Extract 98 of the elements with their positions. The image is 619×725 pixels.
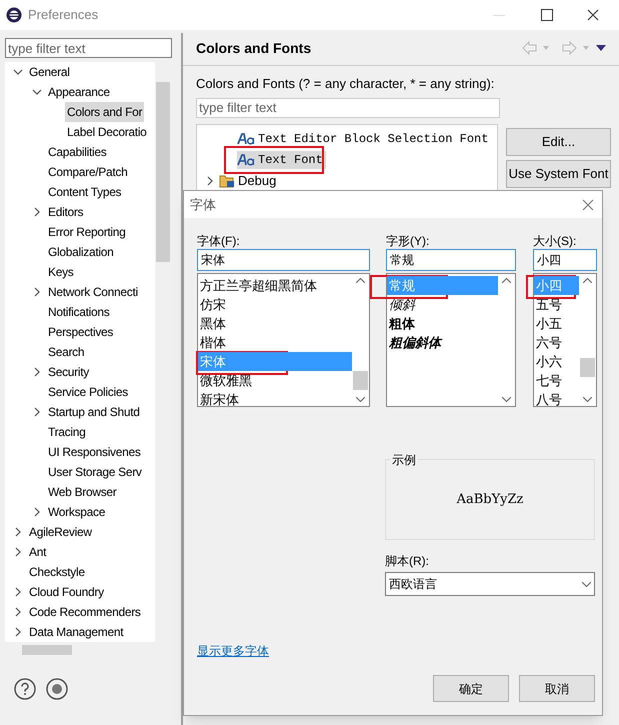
tree-item[interactable]: UI Responsivenes — [46, 442, 143, 462]
chevron-down-icon[interactable] — [13, 67, 23, 77]
field-label: 字形(Y): — [386, 233, 430, 249]
scroll-down-icon[interactable] — [356, 397, 365, 402]
scroll-up-icon[interactable] — [356, 278, 365, 283]
maximize-button[interactable] — [541, 9, 553, 21]
help-icon[interactable] — [14, 678, 36, 700]
page-title: Colors and Fonts — [196, 38, 312, 58]
list-item[interactable]: 新宋体 — [198, 390, 352, 409]
chevron-down-icon[interactable] — [32, 87, 42, 97]
chevron-right-icon[interactable] — [32, 367, 42, 377]
tree-item[interactable]: Ant — [27, 542, 48, 562]
list-item[interactable]: 倾斜 — [387, 295, 498, 314]
list-item[interactable]: 六号 — [534, 333, 579, 352]
tree-item[interactable]: Notifications — [46, 302, 112, 322]
chevron-right-icon[interactable] — [32, 207, 42, 217]
tree-item[interactable]: Search — [46, 342, 86, 362]
font-icon — [237, 133, 255, 145]
menu-icon[interactable] — [596, 45, 606, 51]
tree-item[interactable]: Tracing — [46, 422, 88, 442]
text-field[interactable]: 常规 — [386, 249, 516, 271]
filter-field[interactable]: type filter text — [5, 38, 172, 58]
tree-item[interactable]: Appearance — [46, 82, 112, 102]
tree-item[interactable]: Network Connecti — [46, 282, 140, 302]
tree-item[interactable]: User Storage Serv — [46, 462, 144, 482]
more-fonts-link[interactable]: 显示更多字体 — [197, 642, 269, 660]
tree-item[interactable]: Compare/Patch — [46, 162, 130, 182]
list-item[interactable]: 小五 — [534, 314, 579, 333]
tree-item[interactable]: Perspectives — [46, 322, 116, 342]
tree-item[interactable]: General — [27, 62, 72, 82]
list-item[interactable]: 方正兰亭超细黑简体 — [198, 276, 352, 295]
list-item[interactable]: 仿宋 — [198, 295, 352, 314]
description: Colors and Fonts (? = any character, * = any string): — [196, 75, 496, 93]
tree-item[interactable]: Debug — [219, 171, 280, 191]
tree-item[interactable]: Web Browser — [46, 482, 119, 502]
button[interactable]: Edit... — [506, 128, 611, 156]
list-item[interactable]: 七号 — [534, 371, 579, 390]
list-item[interactable]: 粗体 — [387, 314, 498, 333]
sample-text: AaBbYyZz — [456, 490, 524, 509]
list-item[interactable]: 楷体 — [198, 333, 352, 352]
scroll-down-icon[interactable] — [583, 397, 592, 402]
chevron-right-icon[interactable] — [13, 527, 23, 537]
chevron-right-icon[interactable] — [32, 407, 42, 417]
tree-item[interactable]: Cloud Foundry — [27, 582, 106, 602]
chevron-right-icon[interactable] — [32, 287, 42, 297]
tree-item[interactable]: Capabilities — [46, 142, 108, 162]
text-field[interactable]: 小四 — [533, 249, 597, 271]
tree-item[interactable]: Text Editor Block Selection Font — [237, 130, 492, 148]
app-icon — [6, 7, 22, 23]
tree-item[interactable]: Colors and For — [65, 102, 144, 122]
close-button[interactable] — [587, 9, 599, 21]
chevron-right-icon[interactable] — [13, 587, 23, 597]
button[interactable]: Use System Font — [506, 160, 611, 188]
tree-item[interactable]: Security — [46, 362, 91, 382]
tree-item[interactable]: Text Font — [237, 151, 326, 169]
chevron-right-icon[interactable] — [13, 607, 23, 617]
chevron-right-icon[interactable] — [13, 547, 23, 557]
tree-item[interactable]: Data Management — [27, 622, 126, 642]
tree-item[interactable]: Error Reporting — [46, 222, 128, 242]
list-item[interactable]: 五号 — [534, 295, 579, 314]
dialog-title: 字体 — [190, 196, 216, 214]
tree-item[interactable]: Keys — [46, 262, 76, 282]
record-icon[interactable] — [46, 678, 68, 700]
list-item[interactable]: 黑体 — [198, 314, 352, 333]
scroll-up-icon[interactable] — [502, 278, 511, 283]
chevron-right-icon[interactable] — [32, 507, 42, 517]
font-icon — [237, 154, 255, 166]
field-label: 字体(F): — [197, 233, 241, 249]
window-title: Preferences — [28, 6, 98, 24]
text-field[interactable]: 宋体 — [197, 249, 370, 271]
tree-item[interactable]: Service Policies — [46, 382, 130, 402]
field-label: 大小(S): — [533, 233, 578, 249]
tree-item[interactable]: Code Recommenders — [27, 602, 143, 622]
chevron-right-icon[interactable] — [205, 176, 215, 186]
script-dropdown[interactable]: 西欧语言 — [385, 572, 595, 596]
tree-item[interactable]: Editors — [46, 202, 86, 222]
chevron-right-icon[interactable] — [13, 627, 23, 637]
tree-item[interactable]: Content Types — [46, 182, 124, 202]
folder-icon — [219, 174, 235, 188]
scroll-up-icon[interactable] — [583, 278, 592, 283]
scroll-thumb[interactable] — [580, 358, 595, 377]
tree-item[interactable]: Checkstyle — [27, 562, 87, 582]
tree-item[interactable]: Startup and Shutd — [46, 402, 142, 422]
tree-item[interactable]: Workspace — [46, 502, 108, 522]
scroll-thumb[interactable] — [353, 371, 368, 390]
list-item[interactable]: 小六 — [534, 352, 579, 371]
list-item[interactable]: 微软雅黑 — [198, 371, 352, 390]
button[interactable]: 取消 — [519, 675, 595, 702]
tree-item[interactable]: Globalization — [46, 242, 116, 262]
tree-item[interactable]: AgileReview — [27, 522, 94, 542]
filter-field[interactable]: type filter text — [196, 98, 500, 118]
list-item[interactable]: 粗偏斜体 — [387, 333, 498, 352]
button[interactable]: 确定 — [433, 675, 509, 702]
scroll-down-icon[interactable] — [502, 397, 511, 402]
list-item[interactable]: 八号 — [534, 390, 579, 409]
tree-item[interactable]: Label Decoratio — [65, 122, 149, 142]
chevron-down-icon — [582, 582, 591, 586]
field-label: 脚本(R): — [385, 553, 429, 570]
